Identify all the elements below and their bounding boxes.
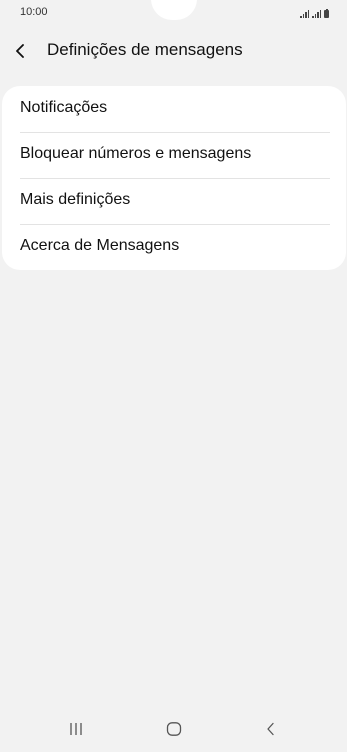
- recent-apps-button[interactable]: [56, 716, 96, 742]
- status-time: 10:00: [20, 6, 48, 18]
- camera-notch: [151, 0, 197, 20]
- menu-item-notifications[interactable]: Notificações: [2, 86, 346, 132]
- menu-item-label: Bloquear números e mensagens: [20, 145, 252, 162]
- app-bar: Definições de mensagens: [0, 30, 347, 70]
- settings-card: Notificações Bloquear números e mensagen…: [2, 86, 346, 270]
- menu-item-label: Mais definições: [20, 191, 131, 208]
- battery-icon: [324, 8, 329, 18]
- system-back-button[interactable]: [251, 716, 291, 742]
- menu-item-about-messages[interactable]: Acerca de Mensagens: [2, 224, 346, 270]
- home-button[interactable]: [154, 716, 194, 742]
- status-bar: 10:00: [0, 0, 347, 26]
- menu-item-label: Acerca de Mensagens: [20, 237, 180, 254]
- status-icons: [300, 8, 329, 18]
- back-icon: [267, 722, 274, 736]
- back-button[interactable]: [6, 34, 38, 66]
- recent-apps-icon: [70, 723, 82, 735]
- chevron-left-icon: [16, 44, 24, 58]
- page-title: Definições de mensagens: [47, 40, 243, 59]
- menu-item-more-settings[interactable]: Mais definições: [2, 178, 346, 224]
- navigation-bar: [0, 706, 347, 752]
- home-icon: [166, 722, 182, 736]
- signal-icon: [300, 10, 309, 18]
- menu-item-block-numbers[interactable]: Bloquear números e mensagens: [2, 132, 346, 178]
- menu-item-label: Notificações: [20, 99, 108, 116]
- signal-icon: [312, 10, 321, 18]
